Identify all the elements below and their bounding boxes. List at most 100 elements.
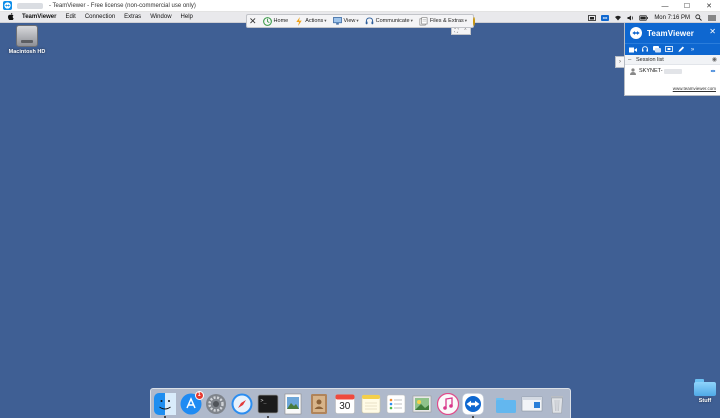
teamviewer-website-link[interactable]: www.teamviewer.com [673,86,716,91]
window-titlebar: - TeamViewer - Free license (non-commerc… [0,0,720,12]
photos-icon [412,395,432,412]
dock-itunes[interactable] [436,392,459,415]
app-store-badge: 1 [194,390,204,400]
dock-terminal[interactable]: >_ [257,393,279,418]
stuff-folder-desktop-icon[interactable]: Stuff [690,379,720,404]
stuff-folder-label: Stuff [698,398,712,404]
redacted-partner-id [17,2,43,9]
feedback-smiley-icon[interactable] [473,16,476,26]
close-connection-button[interactable]: ✕ [249,16,257,27]
teamviewer-session-panel: TeamViewer ✕ » – Session list ◉ SKYNET- … [624,23,720,96]
toolbar-files-extras-menu[interactable]: Files & Extras ▾ [419,16,467,26]
spotlight-search-icon[interactable] [694,14,703,21]
dock-finder[interactable] [154,392,176,418]
remote-control-toolbar: ✕ Home Actions ▾ View ▾ Communicate ▾ Fi… [246,14,476,28]
lightning-icon [294,16,303,26]
window-stack-icon [521,396,542,411]
maximize-button[interactable]: ☐ [676,0,698,12]
session-settings-icon[interactable]: ◉ [712,56,717,63]
redacted-partner-suffix [663,68,682,74]
dock-calendar[interactable]: 30 [334,393,356,415]
contacts-book-icon [311,393,328,414]
menu-edit[interactable]: Edit [65,14,75,20]
monitor-icon [332,17,342,26]
terminal-icon: >_ [257,394,279,413]
dock-reminders[interactable] [385,393,407,415]
dock-downloads-stack[interactable] [521,393,543,415]
dock-system-preferences[interactable] [205,393,227,415]
toolbar-home-button[interactable]: Home [262,16,288,26]
toolbar-actions-menu[interactable]: Actions ▾ [294,16,327,26]
screen-mirroring-icon[interactable] [587,14,596,21]
whiteboard-pen-icon[interactable] [676,46,685,54]
dock-contacts[interactable] [308,393,330,415]
headset-icon [365,16,374,26]
dock-photos-booth[interactable] [411,393,433,415]
session-connection-icon[interactable] [710,68,716,76]
window-title: - TeamViewer - Free license (non-commerc… [49,2,196,9]
person-icon [630,67,636,75]
dock-notes[interactable] [360,393,382,415]
menu-window[interactable]: Window [150,14,171,20]
video-icon[interactable] [628,46,637,54]
teamviewer-app-icon [3,1,12,10]
teamviewer-status-icon[interactable] [600,14,609,21]
files-icon [419,16,428,26]
dock-app-store[interactable]: 1 [180,390,204,415]
mac-dock: 1 >_ 30 [150,388,571,418]
calendar-day: 30 [339,400,351,412]
panel-toggle-chevron-icon[interactable]: › [615,56,624,68]
session-partner-name: SKYNET- [639,68,663,74]
compass-icon [231,393,253,414]
wifi-icon[interactable] [613,14,622,21]
session-list-item[interactable]: SKYNET- [625,65,720,77]
voip-headset-icon[interactable] [640,46,649,54]
preview-photo-icon [285,393,302,414]
hard-drive-icon [16,25,38,47]
collapse-icon[interactable]: – [628,57,634,63]
toolbar-view-menu[interactable]: View ▾ [332,17,359,26]
dock-preview[interactable] [282,393,304,415]
macintosh-hd-desktop-icon[interactable]: Macintosh HD [8,25,46,55]
finder-icon [154,392,176,415]
minimize-button[interactable]: — [654,0,676,12]
panel-brand: TeamViewer [647,28,694,38]
battery-icon[interactable] [639,14,649,21]
svg-text:>_: >_ [260,398,267,404]
home-icon [262,16,272,26]
toolbar-collapse-bar: ⛶ ⌃ [451,28,471,35]
teamviewer-icon [462,392,485,415]
teamviewer-logo-icon [630,27,642,39]
conference-icon[interactable] [664,46,673,54]
dock-teamviewer[interactable] [462,392,485,418]
expand-panel-icon[interactable]: » [688,46,697,54]
collapse-toolbar-icon[interactable]: ⌃ [463,28,467,34]
session-list-header[interactable]: – Session list ◉ [625,55,720,65]
menu-connection[interactable]: Connection [85,14,115,20]
gear-icon [206,393,227,414]
dock-applications-folder[interactable] [495,393,517,415]
notification-center-icon[interactable] [707,14,716,21]
music-note-icon [436,392,459,415]
menu-app-teamviewer[interactable]: TeamViewer [22,14,56,20]
chat-icon[interactable] [652,46,661,54]
close-panel-button[interactable]: ✕ [709,27,716,36]
folder-icon [694,379,716,396]
menu-help[interactable]: Help [181,14,193,20]
reminders-list-icon [386,394,406,413]
fullscreen-icon[interactable]: ⛶ [455,28,459,34]
trash-icon [551,395,564,413]
session-list-title: Session list [636,56,664,63]
dock-trash[interactable] [546,393,568,415]
dock-safari[interactable] [231,393,253,415]
folder-icon [495,397,516,413]
apple-menu-icon[interactable] [6,12,16,22]
toolbar-communicate-menu[interactable]: Communicate ▾ [365,16,413,26]
menu-extras[interactable]: Extras [124,14,141,20]
close-window-button[interactable]: ✕ [698,0,720,12]
notes-icon [361,394,380,413]
panel-action-row: » [625,43,720,55]
remote-desktop[interactable]: Macintosh HD Stuff [0,23,720,418]
menubar-clock[interactable]: Mon 7:16 PM [654,15,690,21]
volume-icon[interactable] [626,14,635,21]
